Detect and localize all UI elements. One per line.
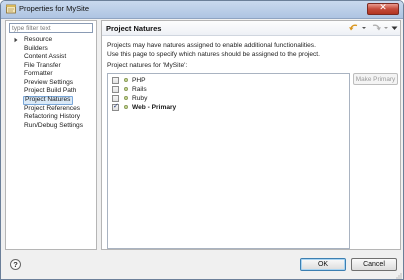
tree-item-run-debug-settings[interactable]: Run/Debug Settings: [24, 122, 83, 130]
tree-item-content-assist[interactable]: Content Assist: [24, 53, 66, 61]
tree-item-refactoring-history[interactable]: Refactoring History: [24, 113, 80, 121]
forward-history-chevron-icon[interactable]: [383, 23, 389, 33]
properties-dialog: Properties for MySite ✕ Resource Builder…: [0, 0, 404, 280]
page-content: Project Natures Projects may have nature…: [101, 20, 401, 250]
nature-icon: [124, 105, 128, 109]
nature-icon: [124, 78, 128, 82]
window-close-button[interactable]: ✕: [367, 3, 399, 15]
tree-item-preview-settings[interactable]: Preview Settings: [24, 79, 73, 87]
description-line-1: Projects may have natures assigned to en…: [107, 42, 316, 49]
forward-arrow-icon[interactable]: [370, 23, 382, 33]
view-menu-icon[interactable]: [391, 23, 398, 33]
natures-list: PHP Rails Ruby ✓ Web - Primary: [107, 73, 350, 249]
category-pane: Resource Builders Content Assist File Tr…: [5, 20, 97, 250]
back-history-chevron-icon[interactable]: [361, 23, 367, 33]
tree-item-formatter[interactable]: Formatter: [24, 70, 53, 78]
nature-checkbox-web[interactable]: ✓: [112, 102, 119, 111]
tree-item-project-references[interactable]: Project References: [24, 105, 80, 113]
nature-icon: [124, 96, 128, 100]
nature-checkbox-php[interactable]: [112, 77, 119, 84]
checkmark-icon: ✓: [113, 102, 119, 110]
page-title: Project Natures: [106, 24, 162, 33]
filter-input[interactable]: [9, 23, 93, 33]
ok-button[interactable]: OK: [300, 258, 346, 271]
expand-arrow-icon[interactable]: [13, 37, 19, 43]
nature-checkbox-rails[interactable]: [112, 86, 119, 93]
nature-label: Web - Primary: [132, 104, 177, 111]
eclipse-app-icon: [6, 4, 16, 14]
make-primary-button[interactable]: Make Primary: [353, 73, 398, 85]
resize-grip-icon[interactable]: [394, 271, 402, 279]
tree-item-file-transfer[interactable]: File Transfer: [24, 62, 61, 70]
tree-item-builders[interactable]: Builders: [24, 45, 48, 53]
cancel-button[interactable]: Cancel: [351, 258, 397, 271]
window-title: Properties for MySite: [19, 4, 90, 13]
close-icon: ✕: [379, 3, 387, 13]
nature-label: Ruby: [132, 95, 148, 102]
nature-label: PHP: [132, 77, 146, 84]
help-icon[interactable]: ?: [10, 259, 21, 270]
button-bar: ? OK Cancel: [1, 251, 403, 279]
natures-list-label: Project natures for 'MySite':: [107, 62, 188, 69]
nature-label: Rails: [132, 86, 147, 93]
nature-checkbox-ruby[interactable]: [112, 95, 119, 102]
tree-item-project-build-path[interactable]: Project Build Path: [24, 87, 76, 95]
tree-item-resource[interactable]: Resource: [24, 36, 52, 44]
description-line-2: Use this page to specify which natures s…: [107, 51, 320, 58]
nature-icon: [124, 87, 128, 91]
title-bar: Properties for MySite ✕: [1, 1, 403, 19]
tree-item-project-natures[interactable]: Project Natures: [23, 96, 74, 105]
page-header: Project Natures: [102, 21, 400, 36]
back-arrow-icon[interactable]: [348, 23, 360, 33]
